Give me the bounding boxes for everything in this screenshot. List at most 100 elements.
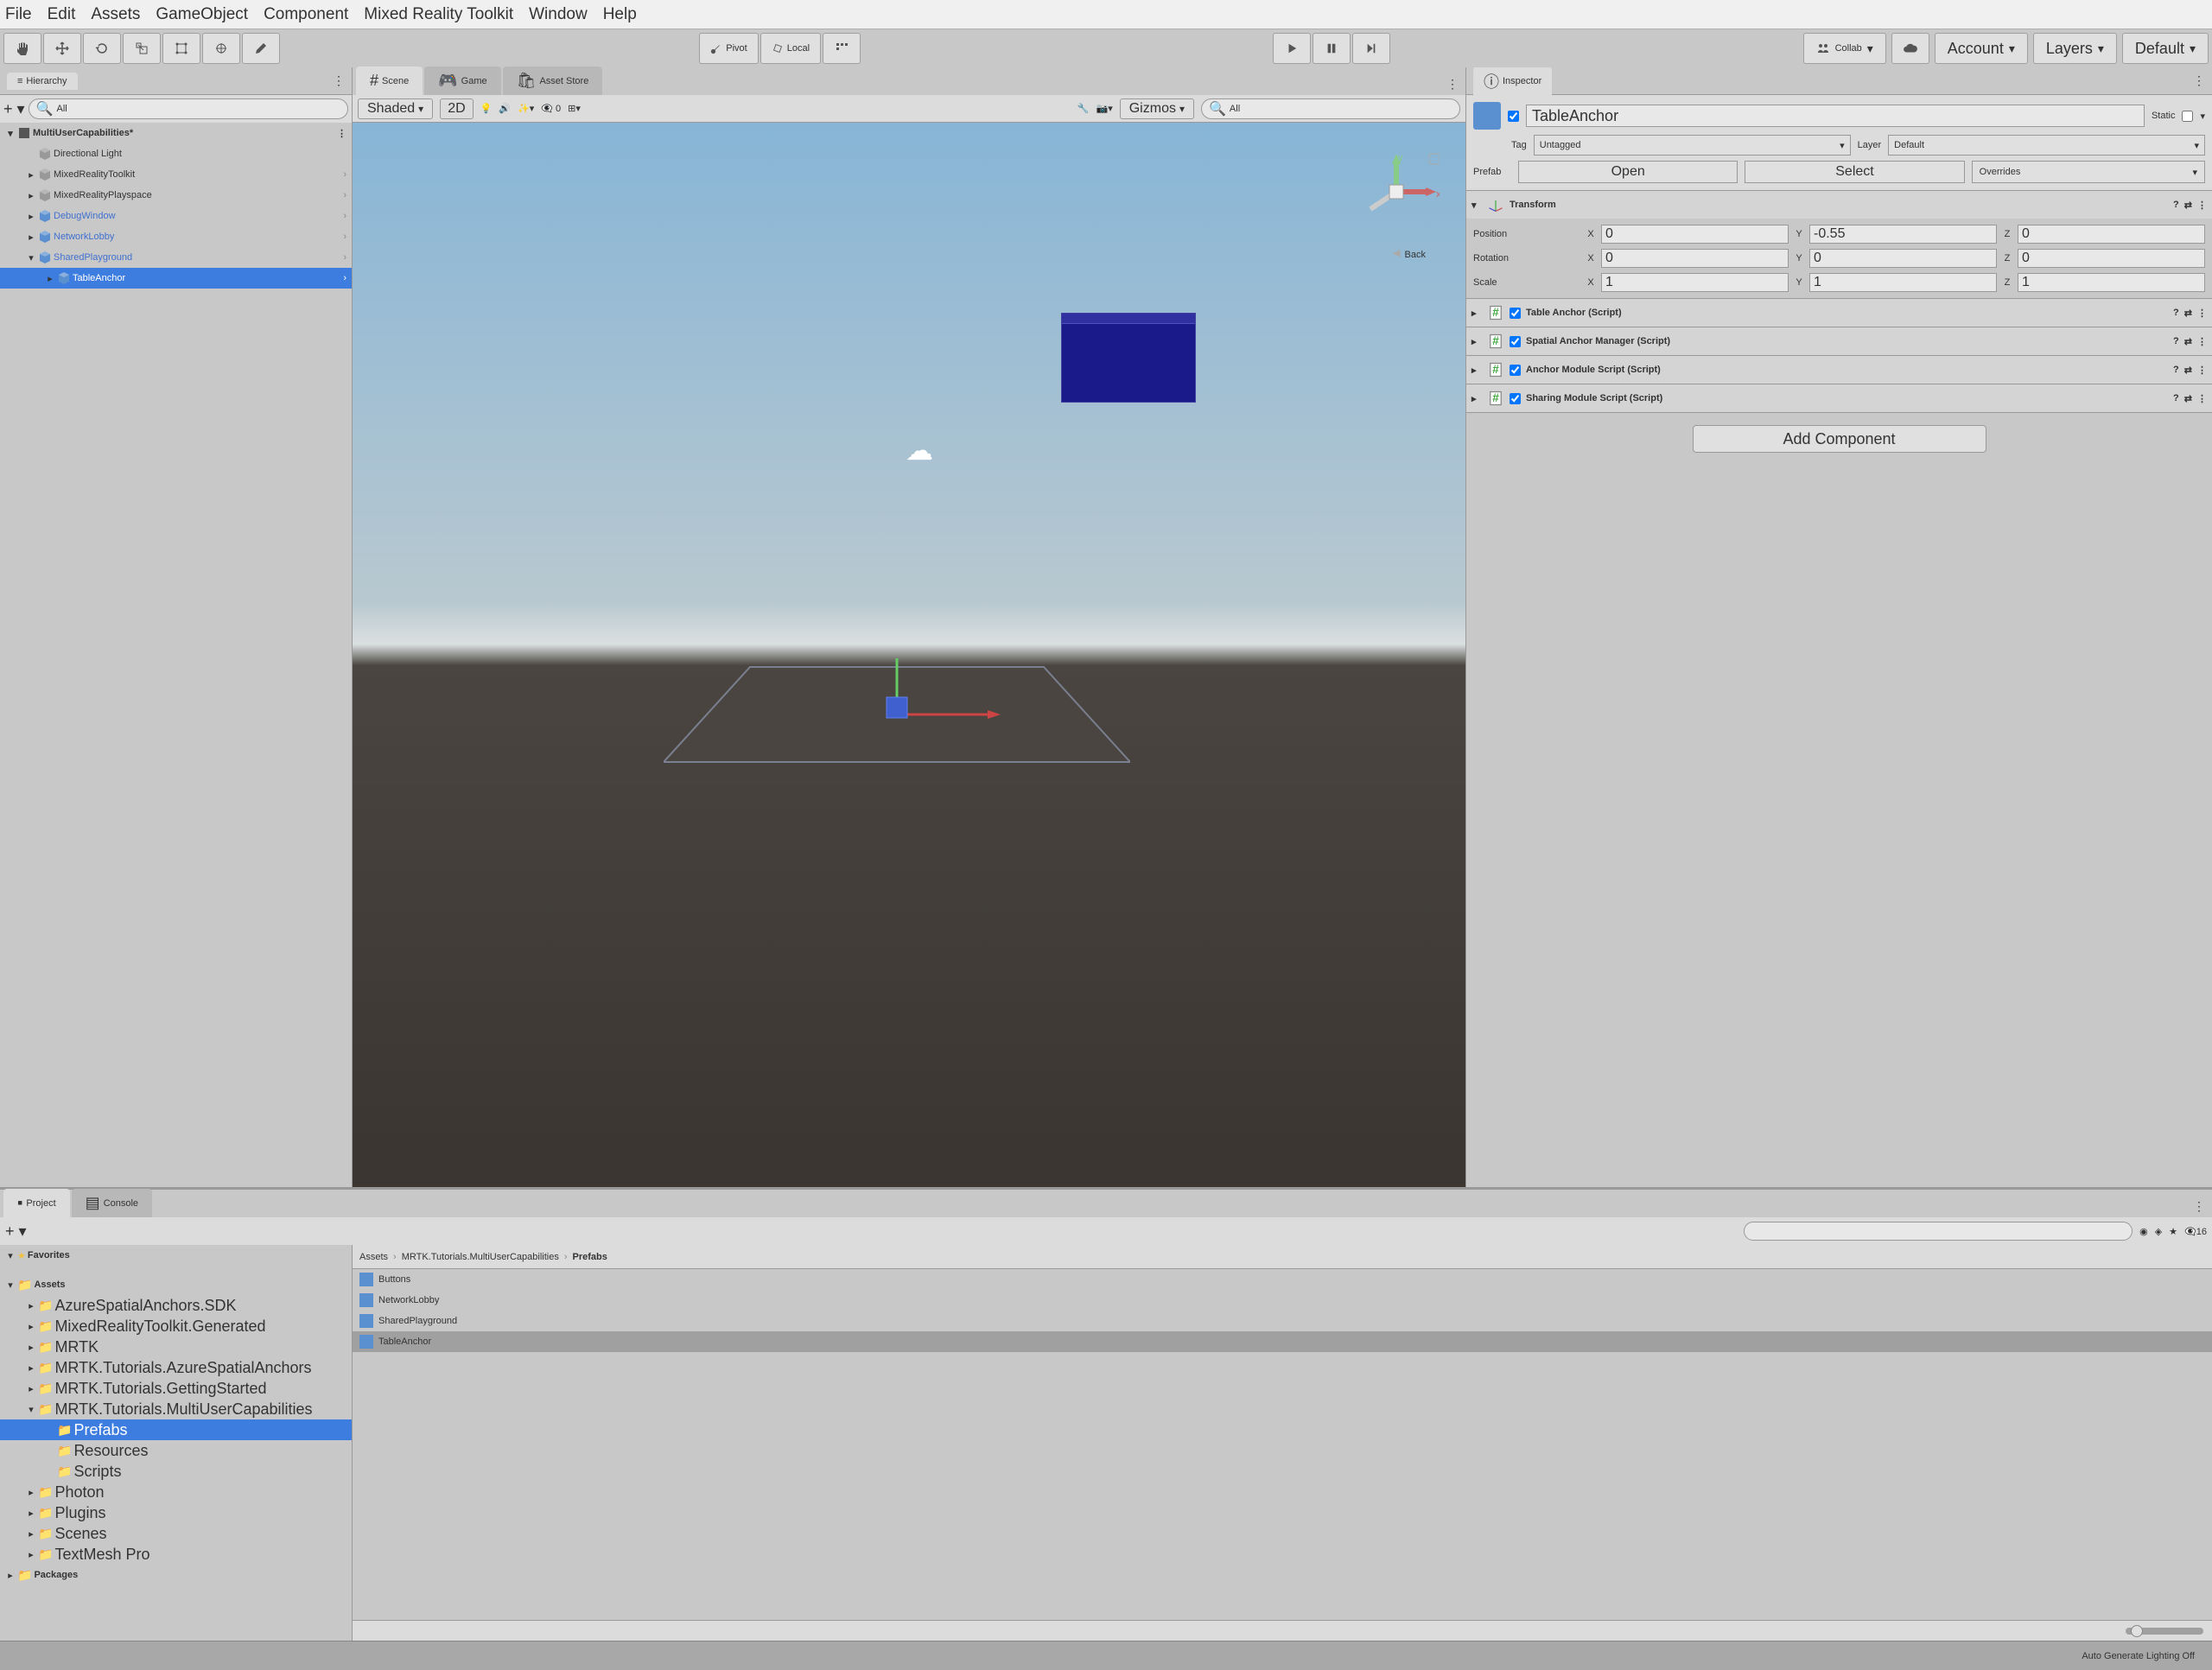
hidden-toggle[interactable]: 👁‍🗨 0 [541, 103, 561, 114]
hierarchy-tree[interactable]: ▾ MultiUserCapabilities* ⋮ Directional L… [0, 123, 352, 1187]
help-icon[interactable]: ? [2173, 200, 2179, 211]
pause-button[interactable] [1313, 33, 1351, 64]
hand-tool[interactable] [3, 33, 41, 64]
prefab-overrides-dropdown[interactable]: Overrides▾ [1972, 161, 2205, 183]
transform-tool[interactable] [202, 33, 240, 64]
panel-menu-icon[interactable]: ⋮ [333, 73, 345, 88]
comp-menu-icon[interactable]: ⋮ [2197, 336, 2207, 347]
project-search[interactable] [1744, 1222, 2133, 1241]
breadcrumb-current[interactable]: Prefabs [573, 1252, 607, 1262]
lighting-toggle[interactable]: 💡 [480, 103, 493, 114]
favorites-root[interactable]: ▾★ Favorites [0, 1245, 352, 1266]
project-tree-item[interactable]: ▸ MRTK.Tutorials.AzureSpatialAnchors [0, 1357, 352, 1378]
x-field[interactable] [1601, 273, 1789, 292]
y-field[interactable] [1809, 225, 1997, 244]
local-toggle[interactable]: Local [760, 33, 821, 64]
project-tree-item[interactable]: ▸ AzureSpatialAnchors.SDK [0, 1295, 352, 1316]
breadcrumb-assets[interactable]: Assets [359, 1252, 388, 1262]
filter-type-icon[interactable]: ◈ [2155, 1226, 2162, 1237]
z-field[interactable] [2018, 225, 2205, 244]
create-dropdown[interactable]: + ▾ [3, 100, 25, 118]
project-tree-item[interactable]: ▸ MixedRealityToolkit.Generated [0, 1316, 352, 1337]
menu-window[interactable]: Window [529, 5, 588, 24]
hierarchy-item[interactable]: ▸MixedRealityToolkit› [0, 164, 352, 185]
gameobject-icon[interactable] [1473, 102, 1501, 130]
scene-root[interactable]: ▾ MultiUserCapabilities* ⋮ [0, 123, 352, 143]
project-tree-item[interactable]: Scripts [0, 1461, 352, 1482]
tab-console[interactable]: ▤ Console [72, 1189, 152, 1217]
hierarchy-item[interactable]: ▸TableAnchor› [0, 268, 352, 289]
menu-assets[interactable]: Assets [91, 5, 140, 24]
inspector-tab[interactable]: ⓘ Inspector [1473, 67, 1552, 96]
script-enabled-checkbox[interactable] [1510, 308, 1521, 319]
move-tool[interactable] [43, 33, 81, 64]
script-header[interactable]: ▸ # Anchor Module Script (Script) ?⇄⋮ [1466, 356, 2212, 384]
object-name-input[interactable] [1526, 105, 2145, 127]
project-tree-item[interactable]: ▸ TextMesh Pro [0, 1544, 352, 1565]
gizmos-dropdown[interactable]: Gizmos [1120, 98, 1194, 119]
project-tree-item[interactable]: ▸ Scenes [0, 1523, 352, 1544]
project-item[interactable]: SharedPlayground [353, 1311, 2212, 1331]
project-item[interactable]: TableAnchor [353, 1331, 2212, 1352]
scene-menu-icon[interactable]: ⋮ [337, 128, 346, 139]
project-create[interactable]: + ▾ [5, 1222, 27, 1241]
script-header[interactable]: ▸ # Spatial Anchor Manager (Script) ?⇄⋮ [1466, 327, 2212, 355]
layout-dropdown[interactable]: Default [2122, 33, 2209, 64]
hierarchy-item[interactable]: ▸MixedRealityPlayspace› [0, 185, 352, 206]
z-field[interactable] [2018, 273, 2205, 292]
breadcrumb-folder[interactable]: MRTK.Tutorials.MultiUserCapabilities [402, 1252, 559, 1262]
comp-menu-icon[interactable]: ⋮ [2197, 393, 2207, 404]
project-tree-item[interactable]: Resources [0, 1440, 352, 1461]
layer-dropdown[interactable]: Default▾ [1888, 135, 2205, 156]
help-icon[interactable]: ? [2173, 336, 2179, 347]
project-item[interactable]: NetworkLobby [353, 1290, 2212, 1311]
pivot-toggle[interactable]: Pivot [699, 33, 758, 64]
tab-asset-store[interactable]: 🛍Asset Store [503, 67, 603, 95]
comp-menu-icon[interactable]: ⋮ [2197, 308, 2207, 319]
scene-search[interactable]: 🔍 All [1201, 98, 1460, 119]
hierarchy-item[interactable]: ▸DebugWindow› [0, 206, 352, 226]
hierarchy-item[interactable]: Directional Light [0, 143, 352, 164]
project-tree-item[interactable]: ▾ MRTK.Tutorials.MultiUserCapabilities [0, 1399, 352, 1419]
script-header[interactable]: ▸ # Table Anchor (Script) ?⇄⋮ [1466, 299, 2212, 327]
menu-gameobject[interactable]: GameObject [156, 5, 248, 24]
y-field[interactable] [1809, 249, 1997, 268]
audio-toggle[interactable]: 🔊 [499, 103, 511, 114]
hierarchy-tab[interactable]: ≡Hierarchy [7, 73, 78, 90]
menu-edit[interactable]: Edit [48, 5, 76, 24]
help-icon[interactable]: ? [2173, 393, 2179, 404]
snap-toggle[interactable] [823, 33, 861, 64]
layers-dropdown[interactable]: Layers [2033, 33, 2117, 64]
thumbnail-slider[interactable] [2126, 1628, 2203, 1635]
bottom-menu-icon[interactable]: ⋮ [2190, 1196, 2209, 1217]
menu-help[interactable]: Help [603, 5, 637, 24]
step-button[interactable] [1352, 33, 1390, 64]
static-checkbox[interactable] [2182, 111, 2193, 122]
add-component-button[interactable]: Add Component [1693, 425, 1986, 453]
script-enabled-checkbox[interactable] [1510, 365, 1521, 376]
filter-icon[interactable]: ◉ [2139, 1226, 2148, 1237]
script-header[interactable]: ▸ # Sharing Module Script (Script) ?⇄⋮ [1466, 384, 2212, 412]
assets-root[interactable]: ▾ Assets [0, 1274, 352, 1295]
fx-toggle[interactable]: ✨▾ [518, 103, 534, 114]
shaded-dropdown[interactable]: Shaded [358, 98, 433, 119]
camera-icon[interactable]: 📷▾ [1096, 103, 1113, 114]
grid-toggle[interactable]: ⊞▾ [568, 103, 581, 114]
project-tree-item[interactable]: ▸ MRTK [0, 1337, 352, 1357]
filter-label-icon[interactable]: ★ [2169, 1226, 2177, 1237]
play-button[interactable] [1273, 33, 1311, 64]
account-dropdown[interactable]: Account [1935, 33, 2028, 64]
menu-mrtk[interactable]: Mixed Reality Toolkit [364, 5, 513, 24]
custom-tool[interactable] [242, 33, 280, 64]
comp-menu-icon[interactable]: ⋮ [2197, 365, 2207, 376]
center-menu-icon[interactable]: ⋮ [1443, 73, 1462, 95]
z-field[interactable] [2018, 249, 2205, 268]
menu-file[interactable]: File [5, 5, 32, 24]
project-tree[interactable]: ▾★ Favorites ▾ Assets ▸ AzureSpatialAnch… [0, 1245, 353, 1641]
project-list[interactable]: ButtonsNetworkLobbySharedPlaygroundTable… [353, 1269, 2212, 1620]
x-field[interactable] [1601, 225, 1789, 244]
preset-icon[interactable]: ⇄ [2184, 200, 2192, 211]
lighting-status[interactable]: Auto Generate Lighting Off [2082, 1651, 2195, 1661]
tab-game[interactable]: 🎮Game [424, 67, 500, 95]
hierarchy-search[interactable]: 🔍 All [29, 98, 348, 119]
